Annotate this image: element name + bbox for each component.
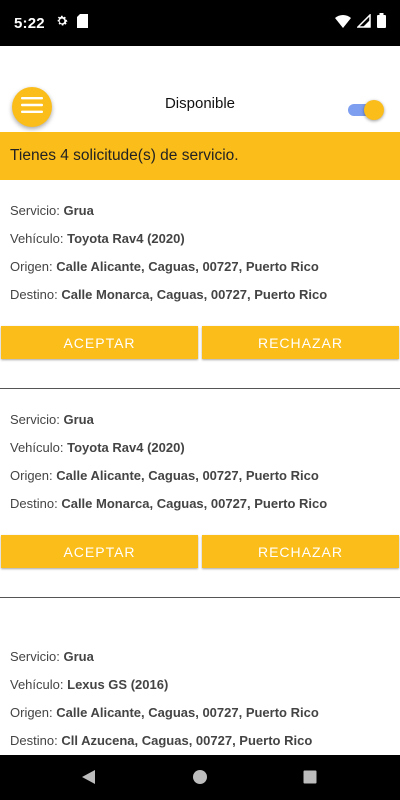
vehicle-label: Vehículo: bbox=[10, 440, 64, 455]
wifi-icon bbox=[335, 14, 351, 33]
service-label: Servicio: bbox=[10, 203, 60, 218]
vehicle-line: Vehículo: Toyota Rav4 (2020) bbox=[10, 231, 185, 246]
vehicle-value: Lexus GS (2016) bbox=[67, 677, 169, 692]
vehicle-label: Vehículo: bbox=[10, 231, 64, 246]
service-line: Servicio: Grua bbox=[10, 412, 94, 427]
app-header: Disponible bbox=[0, 46, 400, 132]
home-icon[interactable] bbox=[192, 769, 208, 790]
origin-label: Origen: bbox=[10, 468, 53, 483]
vehicle-line: Vehículo: Lexus GS (2016) bbox=[10, 677, 168, 692]
reject-button[interactable]: RECHAZAR bbox=[202, 535, 399, 568]
gear-icon bbox=[55, 14, 69, 33]
origin-line: Origen: Calle Alicante, Caguas, 00727, P… bbox=[10, 705, 319, 720]
sd-card-icon bbox=[76, 13, 88, 33]
origin-value: Calle Alicante, Caguas, 00727, Puerto Ri… bbox=[56, 705, 319, 720]
destination-value: Cll Azucena, Caguas, 00727, Puerto Rico bbox=[61, 733, 313, 748]
availability-toggle[interactable] bbox=[348, 99, 384, 120]
service-label: Servicio: bbox=[10, 412, 60, 427]
destination-value: Calle Monarca, Caguas, 00727, Puerto Ric… bbox=[61, 287, 328, 302]
service-line: Servicio: Grua bbox=[10, 203, 94, 218]
service-value: Grua bbox=[63, 649, 94, 664]
recents-icon[interactable] bbox=[302, 769, 318, 790]
origin-value: Calle Alicante, Caguas, 00727, Puerto Ri… bbox=[56, 259, 319, 274]
destination-label: Destino: bbox=[10, 733, 58, 748]
request-card: Servicio: Grua Vehículo: Toyota Rav4 (20… bbox=[0, 180, 400, 390]
nav-bar bbox=[0, 755, 400, 800]
destination-value: Calle Monarca, Caguas, 00727, Puerto Ric… bbox=[61, 496, 328, 511]
service-value: Grua bbox=[63, 203, 94, 218]
service-label: Servicio: bbox=[10, 649, 60, 664]
service-line: Servicio: Grua bbox=[10, 649, 94, 664]
back-icon[interactable] bbox=[80, 769, 96, 790]
accept-button[interactable]: ACEPTAR bbox=[1, 326, 198, 359]
requests-banner: Tienes 4 solicitude(s) de servicio. bbox=[0, 132, 400, 180]
vehicle-label: Vehículo: bbox=[10, 677, 64, 692]
service-value: Grua bbox=[63, 412, 94, 427]
destination-line: Destino: Calle Monarca, Caguas, 00727, P… bbox=[10, 287, 327, 302]
status-bar: 5:22 bbox=[0, 0, 400, 46]
reject-button[interactable]: RECHAZAR bbox=[202, 326, 399, 359]
status-time: 5:22 bbox=[14, 14, 45, 32]
origin-label: Origen: bbox=[10, 705, 53, 720]
page-title: Disponible bbox=[164, 95, 236, 112]
origin-line: Origen: Calle Alicante, Caguas, 00727, P… bbox=[10, 468, 319, 483]
battery-icon bbox=[377, 13, 386, 33]
vehicle-value: Toyota Rav4 (2020) bbox=[67, 440, 185, 455]
vehicle-line: Vehículo: Toyota Rav4 (2020) bbox=[10, 440, 185, 455]
destination-label: Destino: bbox=[10, 496, 58, 511]
origin-line: Origen: Calle Alicante, Caguas, 00727, P… bbox=[10, 259, 319, 274]
request-card: Servicio: Grua Vehículo: Lexus GS (2016)… bbox=[0, 598, 400, 755]
signal-icon bbox=[356, 12, 371, 33]
toggle-thumb bbox=[364, 100, 384, 120]
destination-line: Destino: Calle Monarca, Caguas, 00727, P… bbox=[10, 496, 327, 511]
vehicle-value: Toyota Rav4 (2020) bbox=[67, 231, 185, 246]
destination-label: Destino: bbox=[10, 287, 58, 302]
origin-label: Origen: bbox=[10, 259, 53, 274]
destination-line: Destino: Cll Azucena, Caguas, 00727, Pue… bbox=[10, 733, 312, 748]
request-card: Servicio: Grua Vehículo: Toyota Rav4 (20… bbox=[0, 389, 400, 599]
origin-value: Calle Alicante, Caguas, 00727, Puerto Ri… bbox=[56, 468, 319, 483]
accept-button[interactable]: ACEPTAR bbox=[1, 535, 198, 568]
